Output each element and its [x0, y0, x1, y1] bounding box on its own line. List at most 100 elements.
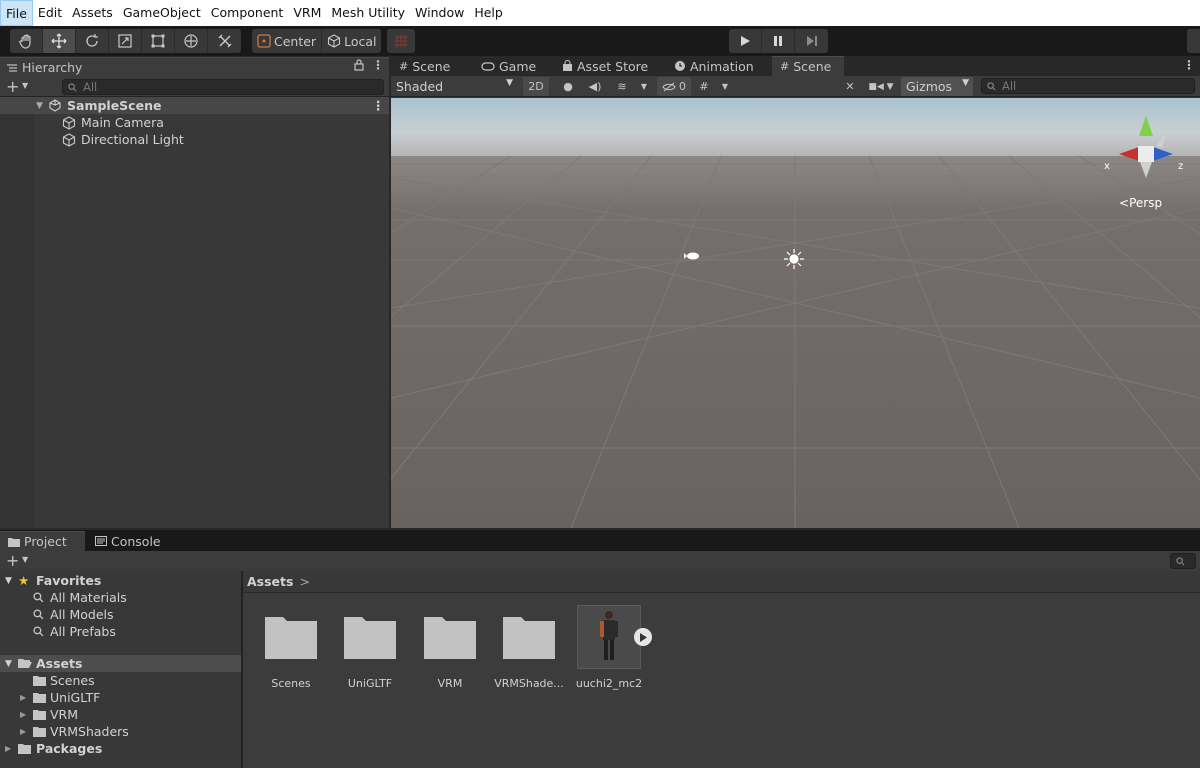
scale-tool-icon[interactable] [109, 29, 142, 53]
menu-mesh-utility[interactable]: Mesh Utility [326, 0, 410, 26]
tab-animation[interactable]: Animation [666, 56, 762, 76]
menu-edit[interactable]: Edit [33, 0, 67, 26]
tree-packages[interactable]: ▶ Packages [0, 740, 241, 757]
expand-arrow-icon[interactable]: ▼ [5, 576, 12, 586]
expand-arrow-icon[interactable]: ▶ [20, 710, 26, 719]
camera-icon[interactable]: ■◀ ▼ [866, 77, 896, 96]
tree-folder[interactable]: Scenes [0, 672, 241, 689]
tree-favorite-item[interactable]: All Materials [0, 589, 241, 606]
tree-favorite-item[interactable]: All Prefabs [0, 623, 241, 640]
play-controls [729, 29, 828, 53]
search-icon [1176, 556, 1185, 565]
scene-viewport[interactable]: x z <Persp [391, 98, 1200, 528]
shading-mode-dropdown[interactable]: Shaded ▼ [391, 77, 517, 96]
chevron-down-icon[interactable]: ▼ [22, 555, 28, 564]
menu-window[interactable]: Window [410, 0, 469, 26]
folder-icon [33, 710, 46, 720]
cube-icon [328, 34, 341, 48]
scene-row[interactable]: ▼ SampleScene ⋮ [0, 97, 389, 114]
transform-tool-icon[interactable] [175, 29, 208, 53]
rotate-tool-icon[interactable] [76, 29, 109, 53]
menu-help[interactable]: Help [469, 0, 508, 26]
asset-tile[interactable]: Scenes [251, 605, 331, 705]
lighting-icon[interactable]: ● [559, 77, 577, 96]
tree-folder[interactable]: ▶ UniGLTF [0, 689, 241, 706]
tools-icon[interactable]: ✕ [840, 77, 860, 96]
scene-options-icon[interactable]: ⋮ [372, 98, 385, 113]
pivot-rotation-button[interactable]: Local [322, 29, 381, 53]
tree-item-label: UniGLTF [50, 690, 101, 705]
add-icon[interactable]: + [6, 77, 19, 96]
more-options-icon[interactable]: ⋮ [372, 58, 384, 72]
tab-hierarchy[interactable]: Hierarchy [0, 57, 389, 77]
2d-toggle[interactable]: 2D [523, 77, 549, 96]
rect-tool-icon[interactable] [142, 29, 175, 53]
expand-arrow-icon[interactable]: ▶ [20, 727, 26, 736]
tab-project[interactable]: Project [0, 531, 85, 551]
breadcrumb-assets[interactable]: Assets [247, 574, 293, 589]
asset-label: VRMShade... [494, 677, 564, 690]
expand-arrow-icon[interactable]: ▶ [5, 744, 11, 753]
chevron-down-icon[interactable]: ▼ [22, 81, 28, 90]
folder-open-icon [18, 659, 32, 668]
expand-prefab-icon[interactable] [634, 628, 652, 646]
pivot-icon [257, 34, 271, 48]
play-icon[interactable] [729, 29, 762, 53]
menu-assets[interactable]: Assets [67, 0, 118, 26]
hierarchy-search-input[interactable]: All [62, 79, 384, 95]
tab-asset-store[interactable]: Asset Store [554, 56, 656, 76]
tree-folder[interactable]: ▶ VRMShaders [0, 723, 241, 740]
model-asset-tile[interactable]: uuchi2_mc2 [569, 595, 652, 695]
light-gizmo[interactable] [784, 249, 804, 269]
tree-favorites[interactable]: ▼ ★ Favorites [0, 572, 241, 589]
audio-icon[interactable]: ◀) [586, 77, 604, 96]
toolbar-overflow-button[interactable] [1187, 29, 1200, 53]
tree-assets[interactable]: ▼ Assets [0, 655, 241, 672]
menu-file[interactable]: File [0, 0, 33, 26]
tab-scene[interactable]: # Scene [391, 56, 458, 76]
hierarchy-item[interactable]: Main Camera [0, 114, 389, 131]
expand-arrow-icon[interactable]: ▶ [20, 693, 26, 702]
asset-tile[interactable]: UniGLTF [330, 605, 410, 705]
asset-tile[interactable]: VRM [410, 605, 490, 705]
expand-arrow-icon[interactable]: ▼ [5, 659, 12, 669]
hand-tool-icon[interactable] [10, 29, 43, 53]
grid-snap-icon[interactable] [387, 29, 416, 53]
pause-icon[interactable] [762, 29, 795, 53]
pivot-mode-button[interactable]: Center [252, 29, 323, 53]
chevron-down-icon[interactable]: ▼ [637, 77, 651, 96]
effects-icon[interactable]: ≋ [613, 77, 631, 96]
star-icon: ★ [18, 573, 30, 588]
tree-folder[interactable]: ▶ VRM [0, 706, 241, 723]
tree-item-label: All Prefabs [50, 624, 116, 639]
lock-icon[interactable] [354, 59, 364, 74]
grid-toggle-icon[interactable]: # [694, 77, 714, 96]
search-icon [33, 609, 44, 620]
packages-label: Packages [36, 741, 103, 756]
menu-gameobject[interactable]: GameObject [118, 0, 206, 26]
custom-tool-icon[interactable] [208, 29, 241, 53]
step-icon[interactable] [795, 29, 828, 53]
tab-game[interactable]: Game [473, 56, 544, 76]
scene-search-input[interactable]: All [981, 78, 1195, 94]
gizmos-label: Gizmos [906, 79, 953, 94]
menu-vrm[interactable]: VRM [288, 0, 326, 26]
add-icon[interactable]: + [6, 551, 19, 570]
move-tool-icon[interactable] [43, 29, 76, 53]
asset-browser: Assets > Scenes UniGLTF VRM VRMShade... [243, 571, 1200, 768]
main-toolbar: Center Local [0, 26, 1200, 56]
hierarchy-item[interactable]: Directional Light [0, 131, 389, 148]
scene-canvas[interactable]: x z <Persp [391, 98, 1200, 528]
asset-tile[interactable]: VRMShade... [489, 605, 569, 705]
tab-scene-active[interactable]: # Scene [772, 56, 844, 76]
persp-label[interactable]: <Persp [1119, 196, 1162, 210]
hidden-objects-toggle[interactable]: 0 [657, 77, 691, 96]
expand-arrow-icon[interactable]: ▼ [36, 101, 43, 111]
chevron-down-icon[interactable]: ▼ [718, 77, 732, 96]
project-search-input[interactable] [1170, 553, 1196, 569]
menu-component[interactable]: Component [206, 0, 289, 26]
tab-console[interactable]: Console [87, 531, 169, 551]
gizmos-dropdown[interactable]: Gizmos ▼ [901, 77, 973, 96]
more-options-icon[interactable]: ⋮ [1183, 58, 1195, 72]
tree-favorite-item[interactable]: All Models [0, 606, 241, 623]
